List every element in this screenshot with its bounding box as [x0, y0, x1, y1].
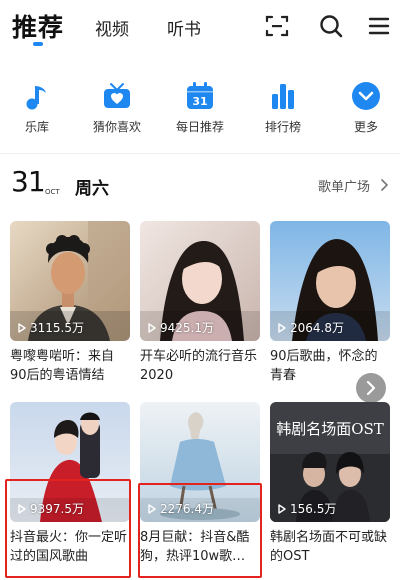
- chevron-down-icon: [352, 82, 380, 110]
- play-count-value: 3115.5万: [30, 321, 84, 335]
- category-label: 每日推荐: [175, 120, 224, 134]
- playlist-title[interactable]: 粤嚟粤啱听：来自90后的粤语情结: [10, 347, 130, 385]
- play-icon: [148, 503, 156, 514]
- play-count: 2276.4万: [148, 500, 214, 517]
- playlist-title[interactable]: 韩剧名场面不可或缺的OST: [270, 528, 390, 566]
- category-guess-you-like[interactable]: 猜你喜欢: [81, 80, 153, 135]
- play-icon: [278, 503, 286, 514]
- play-count: 9425.1万: [148, 319, 214, 336]
- playlist-cover[interactable]: 2064.8万: [270, 221, 390, 341]
- playlist-card[interactable]: 9397.5万 抖音最火：你一定听过的国风歌曲: [10, 402, 130, 566]
- playlist-cover[interactable]: 9397.5万: [10, 402, 130, 522]
- active-tab-indicator: [33, 42, 43, 46]
- tab-recommend[interactable]: 推荐: [12, 8, 64, 44]
- category-library[interactable]: 乐库: [1, 80, 73, 135]
- top-bar: 推荐 视频 听书: [0, 0, 400, 56]
- scan-icon[interactable]: [264, 13, 290, 39]
- playlist-plaza-link[interactable]: 歌单广场: [318, 176, 370, 195]
- playlist-cover[interactable]: 9425.1万: [140, 221, 260, 341]
- play-count: 156.5万: [278, 500, 336, 517]
- play-count-value: 2276.4万: [160, 502, 214, 516]
- playlist-title[interactable]: 8月巨献：抖音&酷狗，热评10w歌…: [140, 528, 260, 566]
- playlist-card[interactable]: 2064.8万 90后歌曲，怀念的青春: [270, 221, 390, 385]
- chevron-right-icon: [366, 380, 376, 396]
- playlist-title[interactable]: 开车必听的流行音乐2020: [140, 347, 260, 385]
- play-count-value: 2064.8万: [290, 321, 344, 335]
- category-label: 更多: [353, 120, 378, 134]
- play-count: 2064.8万: [278, 319, 344, 336]
- calendar-icon: 31: [187, 82, 213, 109]
- play-icon: [18, 503, 26, 514]
- playlist-cover[interactable]: 韩剧名场面OST 156.5万: [270, 402, 390, 522]
- playlist-card[interactable]: 韩剧名场面OST 156.5万 韩剧名场面不可或缺的OST: [270, 402, 390, 566]
- play-count-value: 9397.5万: [30, 502, 84, 516]
- tab-audiobook[interactable]: 听书: [167, 15, 201, 40]
- search-icon[interactable]: [318, 13, 344, 39]
- music-note-icon: [26, 86, 46, 110]
- play-count-value: 9425.1万: [160, 321, 214, 335]
- date-header: 31 OCT 周六 歌单广场: [0, 160, 400, 204]
- bar-chart-icon: [272, 84, 294, 109]
- category-more[interactable]: 更多: [330, 80, 400, 135]
- playlist-card[interactable]: 2276.4万 8月巨献：抖音&酷狗，热评10w歌…: [140, 402, 260, 566]
- cover-title-text: 韩剧名场面OST: [276, 420, 384, 438]
- playlist-card[interactable]: 9425.1万 开车必听的流行音乐2020: [140, 221, 260, 385]
- play-icon: [278, 322, 286, 333]
- menu-icon[interactable]: [366, 13, 392, 39]
- playlist-cover[interactable]: 3115.5万: [10, 221, 130, 341]
- play-count: 3115.5万: [18, 319, 84, 336]
- category-label: 乐库: [24, 120, 49, 134]
- tab-video[interactable]: 视频: [95, 15, 129, 40]
- category-shortcuts: 乐库 猜你喜欢 31 每日推荐 排行榜 更多: [0, 80, 400, 146]
- play-icon: [18, 322, 26, 333]
- category-charts[interactable]: 排行榜: [247, 80, 319, 135]
- playlist-card[interactable]: 3115.5万 粤嚟粤啱听：来自90后的粤语情结: [10, 221, 130, 385]
- date-month: OCT: [45, 188, 60, 196]
- playlist-title[interactable]: 抖音最火：你一定听过的国风歌曲: [10, 528, 130, 566]
- play-count: 9397.5万: [18, 500, 84, 517]
- carousel-next-button[interactable]: [356, 373, 386, 403]
- category-daily-recommend[interactable]: 31 每日推荐: [164, 80, 236, 135]
- category-label: 排行榜: [264, 120, 301, 134]
- play-count-value: 156.5万: [290, 502, 337, 516]
- chevron-right-icon[interactable]: [379, 179, 389, 191]
- playlist-cover[interactable]: 2276.4万: [140, 402, 260, 522]
- category-label: 猜你喜欢: [92, 120, 141, 134]
- date-weekday: 周六: [75, 179, 109, 199]
- section-divider: [0, 153, 400, 154]
- date-day: 31: [11, 165, 46, 198]
- heart-radio-icon: [104, 83, 130, 108]
- calendar-icon-text: 31: [192, 95, 207, 108]
- play-icon: [148, 322, 156, 333]
